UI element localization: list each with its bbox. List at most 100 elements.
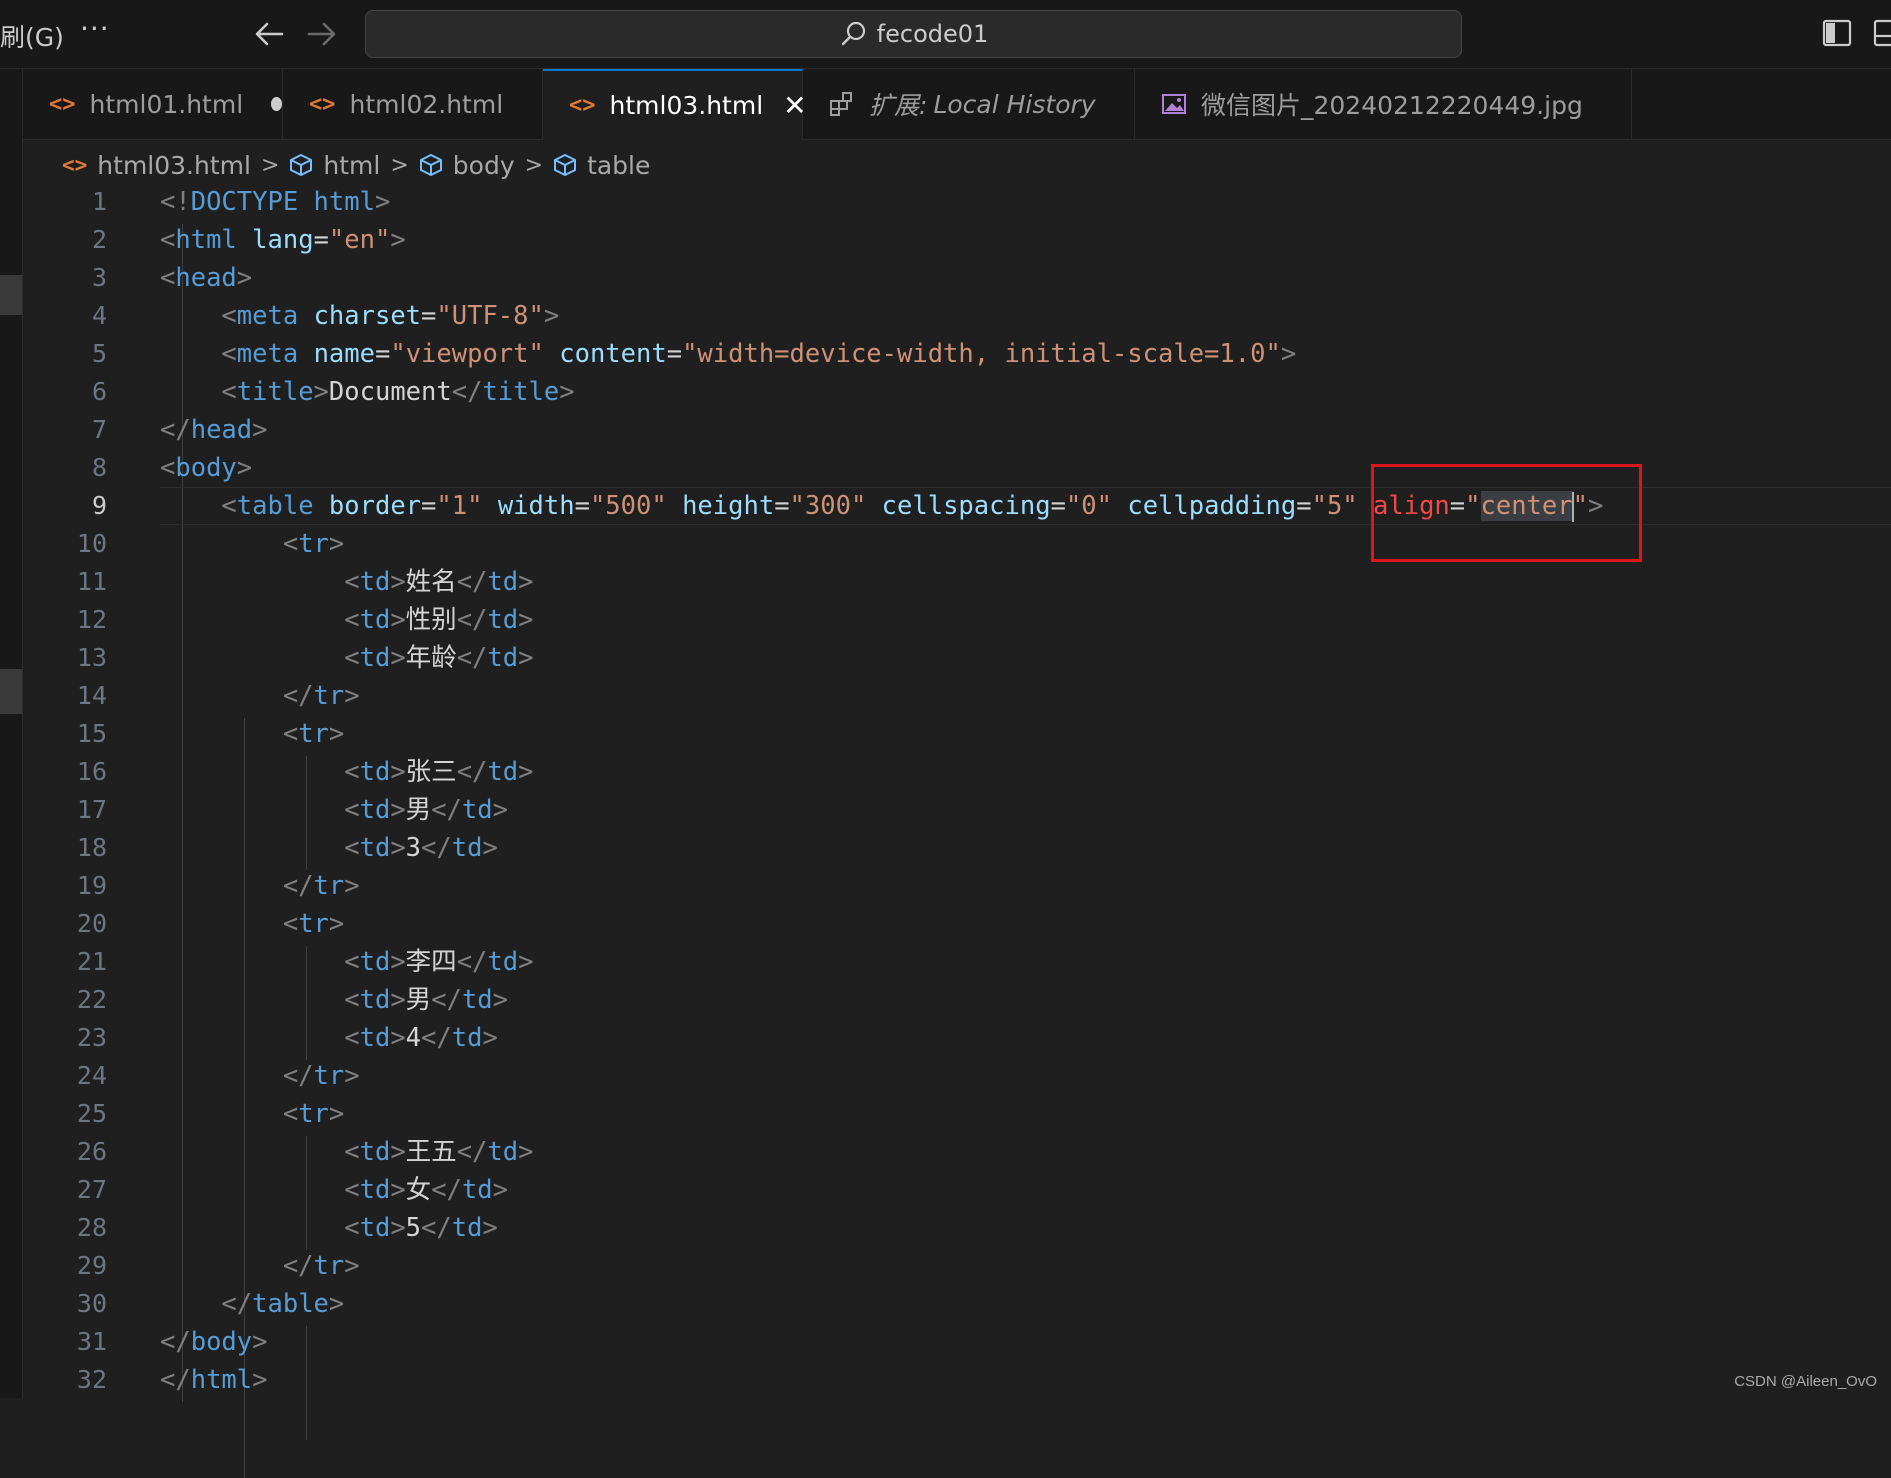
code-line[interactable]: 24 </tr> xyxy=(23,1057,1891,1095)
breadcrumb-item-file[interactable]: html03.html xyxy=(97,151,251,180)
code-line[interactable]: 7 </head> xyxy=(23,411,1891,449)
code-text: <td>年龄</td> xyxy=(344,643,534,673)
code-line[interactable]: 17 <td>男</td> xyxy=(23,791,1891,829)
menu-item-go[interactable]: 刷(G) xyxy=(0,18,64,54)
extension-icon xyxy=(830,92,852,116)
command-center-search[interactable]: fecode01 xyxy=(365,10,1462,58)
code-text: <td>5</td> xyxy=(344,1213,498,1243)
line-number: 9 xyxy=(91,491,107,520)
tab-prefix: 扩展: xyxy=(869,91,928,120)
code-line[interactable]: 31 </body> xyxy=(23,1323,1891,1361)
html-code-icon: <> xyxy=(569,93,596,118)
activity-bar xyxy=(0,69,23,1398)
code-text: <td>3</td> xyxy=(344,833,498,863)
code-line[interactable]: 19 </tr> xyxy=(23,867,1891,905)
code-line[interactable]: 27 <td>女</td> xyxy=(23,1171,1891,1209)
code-line[interactable]: 20 <tr> xyxy=(23,905,1891,943)
image-icon xyxy=(1162,94,1186,114)
code-line[interactable]: 6 <title>Document</title> xyxy=(23,373,1891,411)
code-text: <tr> xyxy=(282,1099,345,1129)
editor-tab-bar: <> html01.html <> html02.html <> html03.… xyxy=(23,69,1891,140)
forward-arrow-icon[interactable] xyxy=(305,14,339,54)
more-menu-button[interactable]: ··· xyxy=(80,12,110,45)
code-text: <td>王五</td> xyxy=(344,1137,534,1167)
tab-label: html03.html xyxy=(609,91,764,120)
toggle-sidebar-icon[interactable] xyxy=(1822,18,1852,48)
line-number: 22 xyxy=(76,985,107,1014)
code-line[interactable]: 2 <html lang="en"> xyxy=(23,221,1891,259)
line-number: 18 xyxy=(76,833,107,862)
chevron-right-icon: > xyxy=(260,152,280,178)
tab-local-history[interactable]: 扩展: Local History xyxy=(803,69,1135,139)
code-line[interactable]: 3 <head> xyxy=(23,259,1891,297)
code-line[interactable]: 18 <td>3</td> xyxy=(23,829,1891,867)
line-number: 15 xyxy=(76,719,107,748)
back-arrow-icon[interactable] xyxy=(252,14,286,54)
activity-indicator xyxy=(0,275,22,315)
code-line[interactable]: 14 </tr> xyxy=(23,677,1891,715)
code-text: </tr> xyxy=(282,871,360,901)
line-number: 10 xyxy=(76,529,107,558)
code-text: <td>姓名</td> xyxy=(344,567,534,597)
tab-html03[interactable]: <> html03.html ✕ xyxy=(543,69,807,140)
code-line[interactable]: 1 <!DOCTYPE html> xyxy=(23,183,1891,221)
line-number: 2 xyxy=(91,225,107,254)
code-line[interactable]: 29 </tr> xyxy=(23,1247,1891,1285)
code-editor[interactable]: 1 <!DOCTYPE html> 2 <html lang="en"> 3 <head>… xyxy=(23,183,1891,1478)
search-icon xyxy=(841,21,865,46)
line-number: 4 xyxy=(91,301,107,330)
code-line[interactable]: 28 <td>5</td> xyxy=(23,1209,1891,1247)
code-line[interactable]: 12 <td>性别</td> xyxy=(23,601,1891,639)
code-line[interactable]: 11 <td>姓名</td> xyxy=(23,563,1891,601)
html-code-icon: <> xyxy=(62,153,88,177)
element-cube-icon xyxy=(419,153,442,177)
code-text: <meta charset="UTF-8"> xyxy=(221,301,560,331)
line-number: 27 xyxy=(76,1175,107,1204)
search-text: fecode01 xyxy=(876,20,989,48)
code-text: </tr> xyxy=(282,1061,360,1091)
code-line[interactable]: 21 <td>李四</td> xyxy=(23,943,1891,981)
code-line[interactable]: 5 <meta name="viewport" content="width=d… xyxy=(23,335,1891,373)
breadcrumb-item-table[interactable]: table xyxy=(587,151,650,180)
code-text: </body> xyxy=(160,1327,268,1357)
code-text: <td>女</td> xyxy=(344,1175,508,1205)
code-text: <tr> xyxy=(282,529,345,559)
line-number: 24 xyxy=(76,1061,107,1090)
code-line[interactable]: 25 <tr> xyxy=(23,1095,1891,1133)
code-text: <td>性别</td> xyxy=(344,605,534,635)
element-cube-icon xyxy=(554,153,577,177)
toggle-panel-icon[interactable] xyxy=(1873,18,1891,48)
line-number: 13 xyxy=(76,643,107,672)
tab-image[interactable]: 微信图片_20240212220449.jpg xyxy=(1135,69,1632,139)
tab-html01[interactable]: <> html01.html xyxy=(23,69,283,139)
line-number: 5 xyxy=(91,339,107,368)
breadcrumb: <> html03.html > html > body > table xyxy=(62,145,650,185)
code-text: </table> xyxy=(221,1289,345,1319)
breadcrumb-item-body[interactable]: body xyxy=(453,151,515,180)
line-number: 28 xyxy=(76,1213,107,1242)
code-text: <head> xyxy=(160,263,253,293)
code-line[interactable]: 13 <td>年龄</td> xyxy=(23,639,1891,677)
code-line[interactable]: 30 </table> xyxy=(23,1285,1891,1323)
code-text: <td>男</td> xyxy=(344,795,508,825)
line-number: 11 xyxy=(76,567,107,596)
code-line[interactable]: 4 <meta charset="UTF-8"> xyxy=(23,297,1891,335)
code-text: <title>Document</title> xyxy=(221,377,575,407)
code-line[interactable]: 32 </html> xyxy=(23,1361,1891,1399)
watermark: CSDN @Aileen_OvO xyxy=(1734,1373,1877,1390)
code-text: <td>李四</td> xyxy=(344,947,534,977)
line-number: 30 xyxy=(76,1289,107,1318)
code-line[interactable]: 26 <td>王五</td> xyxy=(23,1133,1891,1171)
unsaved-dot-icon[interactable] xyxy=(271,97,282,111)
code-line[interactable]: 23 <td>4</td> xyxy=(23,1019,1891,1057)
code-line[interactable]: 15 <tr> xyxy=(23,715,1891,753)
code-text: </head> xyxy=(160,415,268,445)
code-line[interactable]: 16 <td>张三</td> xyxy=(23,753,1891,791)
tab-label: 微信图片_20240212220449.jpg xyxy=(1201,91,1583,120)
code-line[interactable]: 22 <td>男</td> xyxy=(23,981,1891,1019)
tab-html02[interactable]: <> html02.html xyxy=(283,69,543,139)
breadcrumb-item-html[interactable]: html xyxy=(323,151,380,180)
line-number: 32 xyxy=(76,1365,107,1394)
annotation-highlight-box xyxy=(1371,464,1642,562)
html-code-icon: <> xyxy=(49,91,76,117)
